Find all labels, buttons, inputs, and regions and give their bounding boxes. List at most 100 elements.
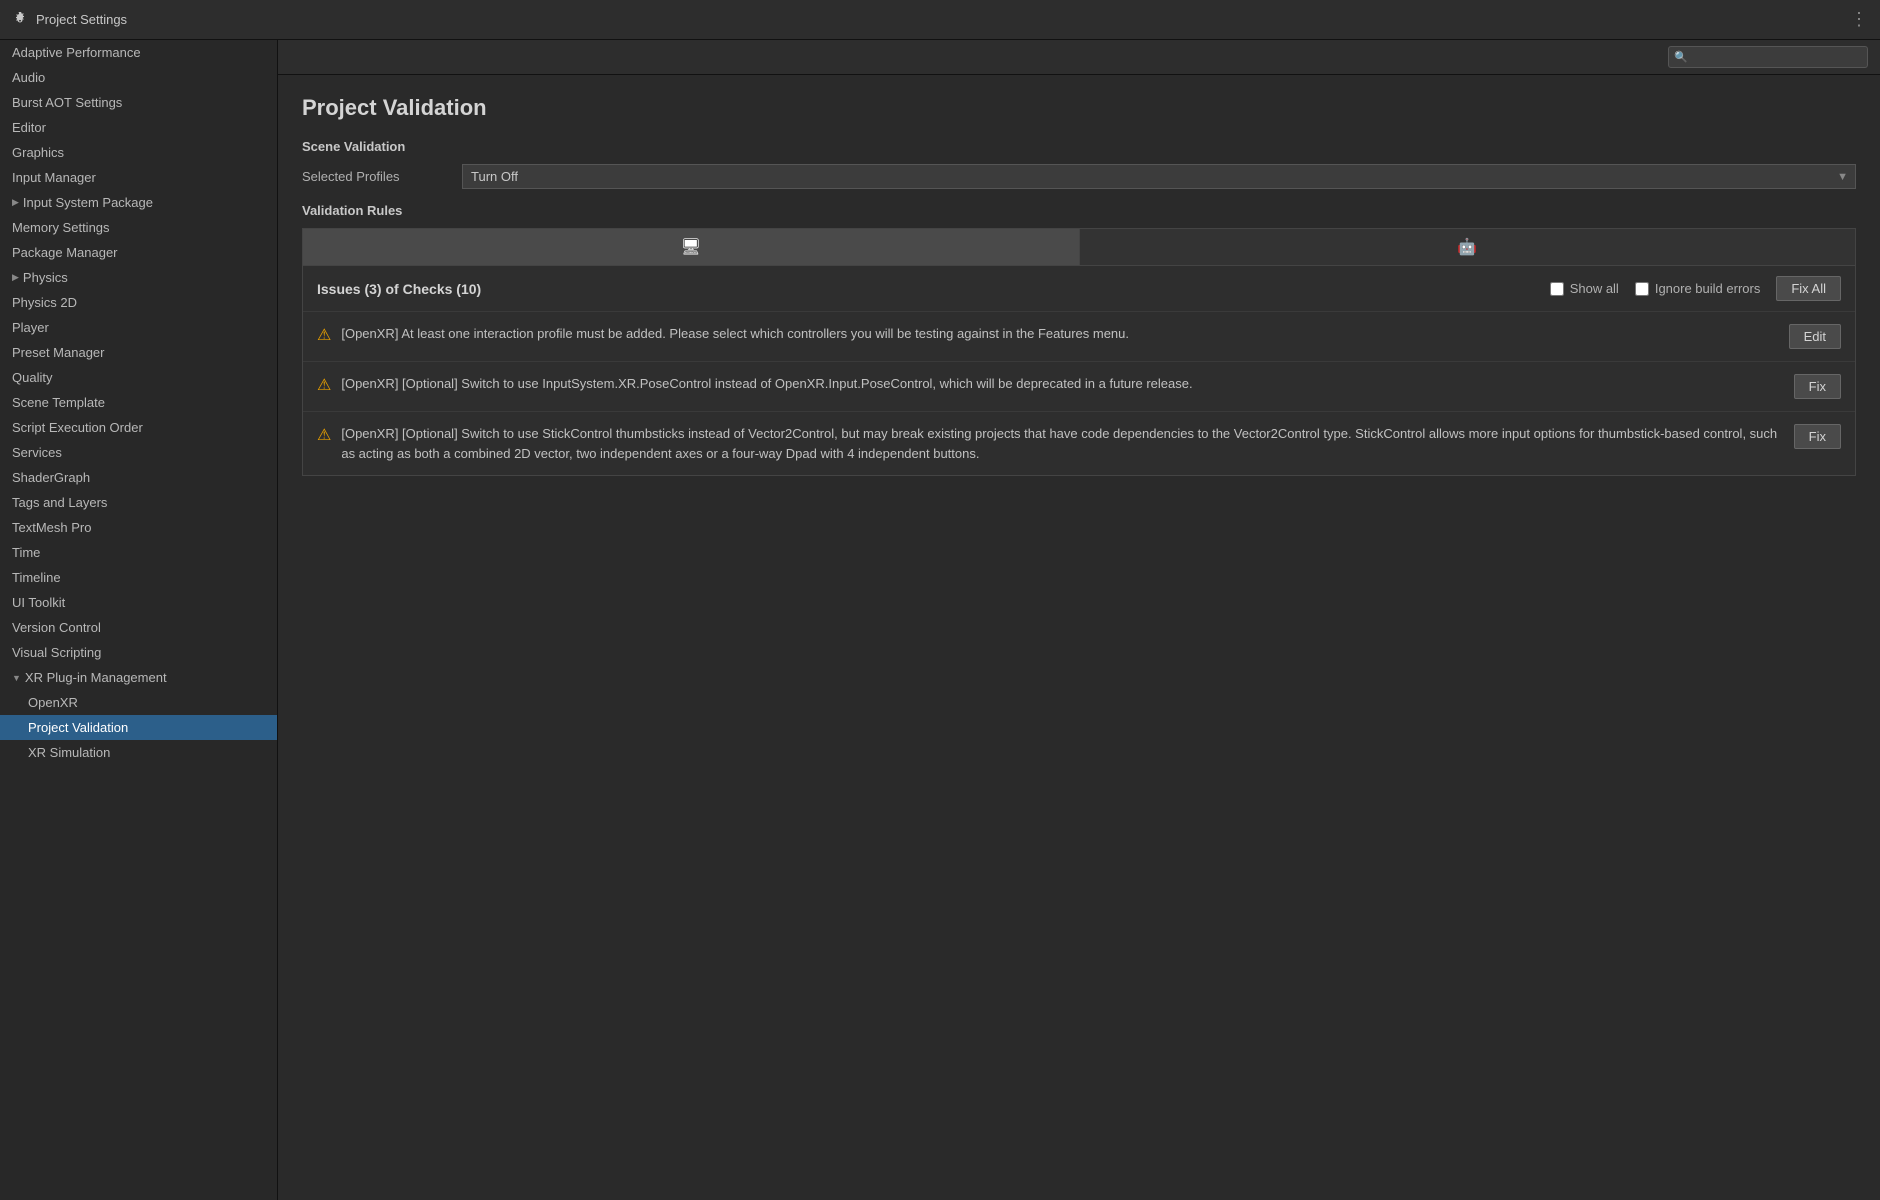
content-area: 🔍 Project Validation Scene Validation Se… [278, 40, 1880, 1200]
sidebar-item-input-manager[interactable]: Input Manager [0, 165, 277, 190]
sidebar-item-physics-2d[interactable]: Physics 2D [0, 290, 277, 315]
show-all-checkbox[interactable] [1550, 282, 1564, 296]
sidebar-item-preset-manager[interactable]: Preset Manager [0, 340, 277, 365]
sidebar-item-xr-simulation[interactable]: XR Simulation [0, 740, 277, 765]
sidebar-item-audio[interactable]: Audio [0, 65, 277, 90]
sidebar-item-label: Tags and Layers [12, 495, 107, 510]
issue-row: ⚠ [OpenXR] [Optional] Switch to use Input… [303, 362, 1855, 412]
sidebar-item-label: ShaderGraph [12, 470, 90, 485]
search-bar: 🔍 [278, 40, 1880, 75]
sidebar-item-ui-toolkit[interactable]: UI Toolkit [0, 590, 277, 615]
sidebar-item-project-validation[interactable]: Project Validation [0, 715, 277, 740]
sidebar-item-time[interactable]: Time [0, 540, 277, 565]
sidebar-item-timeline[interactable]: Timeline [0, 565, 277, 590]
tab-android[interactable]: 🤖 [1080, 229, 1856, 265]
search-icon: 🔍 [1674, 51, 1688, 64]
sidebar-item-quality[interactable]: Quality [0, 365, 277, 390]
selected-profiles-select[interactable]: Turn Off [462, 164, 1856, 189]
warning-icon: ⚠ [317, 425, 331, 445]
more-options-icon[interactable]: ⋮ [1850, 9, 1868, 30]
sidebar-item-label: Graphics [12, 145, 64, 160]
sidebar-item-tags-and-layers[interactable]: Tags and Layers [0, 490, 277, 515]
sidebar-item-label: Player [12, 320, 49, 335]
show-all-label: Show all [1570, 281, 1619, 296]
expand-arrow-icon: ▶ [12, 197, 19, 208]
sidebar-item-label: Project Validation [28, 720, 128, 735]
sidebar-item-xr-plug-in-management[interactable]: ▼ XR Plug-in Management [0, 665, 277, 690]
issue-action-button[interactable]: Fix [1794, 424, 1841, 449]
ignore-build-errors-label: Ignore build errors [1655, 281, 1761, 296]
ignore-build-errors-group: Ignore build errors [1635, 281, 1761, 296]
page-title: Project Validation [302, 95, 1856, 121]
issue-action-button[interactable]: Fix [1794, 374, 1841, 399]
sidebar-item-script-execution-order[interactable]: Script Execution Order [0, 415, 277, 440]
sidebar-item-label: Editor [12, 120, 46, 135]
sidebar-item-label: Physics [23, 270, 68, 285]
sidebar-item-services[interactable]: Services [0, 440, 277, 465]
sidebar-item-label: Services [12, 445, 62, 460]
selected-profiles-row: Selected Profiles Turn Off ▼ [302, 164, 1856, 189]
sidebar-item-label: Adaptive Performance [12, 45, 141, 60]
tab-desktop[interactable]: 🖥 [303, 229, 1080, 265]
sidebar-item-label: UI Toolkit [12, 595, 65, 610]
search-input-wrap: 🔍 [1668, 46, 1868, 68]
sidebar-item-openxr[interactable]: OpenXR [0, 690, 277, 715]
expand-arrow-icon: ▶ [12, 272, 19, 283]
fix-all-button[interactable]: Fix All [1776, 276, 1841, 301]
sidebar-item-label: Burst AOT Settings [12, 95, 122, 110]
scene-validation-label: Scene Validation [302, 139, 1856, 154]
issue-row: ⚠ [OpenXR] [Optional] Switch to use Stick… [303, 412, 1855, 475]
sidebar-item-version-control[interactable]: Version Control [0, 615, 277, 640]
sidebar-item-label: Preset Manager [12, 345, 105, 360]
sidebar-item-textmesh-pro[interactable]: TextMesh Pro [0, 515, 277, 540]
selected-profiles-select-wrap: Turn Off ▼ [462, 164, 1856, 189]
sidebar-item-editor[interactable]: Editor [0, 115, 277, 140]
issue-text: [OpenXR] [Optional] Switch to use InputS… [341, 374, 1783, 394]
sidebar-item-label: Quality [12, 370, 52, 385]
sidebar-item-label: Memory Settings [12, 220, 110, 235]
ignore-build-errors-checkbox[interactable] [1635, 282, 1649, 296]
issue-action-button[interactable]: Edit [1789, 324, 1841, 349]
sidebar-item-adaptive-performance[interactable]: Adaptive Performance [0, 40, 277, 65]
sidebar-item-player[interactable]: Player [0, 315, 277, 340]
sidebar-item-label: Timeline [12, 570, 61, 585]
sidebar: Adaptive Performance Audio Burst AOT Setti… [0, 40, 278, 1200]
sidebar-item-package-manager[interactable]: Package Manager [0, 240, 277, 265]
warning-icon: ⚠ [317, 325, 331, 345]
search-input[interactable] [1668, 46, 1868, 68]
sidebar-item-label: Physics 2D [12, 295, 77, 310]
sidebar-item-memory-settings[interactable]: Memory Settings [0, 215, 277, 240]
sidebar-item-label: Audio [12, 70, 45, 85]
content-inner: Project Validation Scene Validation Sele… [278, 75, 1880, 1200]
expand-arrow-icon: ▼ [12, 673, 21, 683]
issue-row: ⚠[OpenXR] At least one interaction profi… [303, 312, 1855, 362]
selected-profiles-label: Selected Profiles [302, 169, 462, 184]
gear-icon [12, 12, 28, 28]
sidebar-item-graphics[interactable]: Graphics [0, 140, 277, 165]
sidebar-item-burst-aot-settings[interactable]: Burst AOT Settings [0, 90, 277, 115]
sidebar-item-label: Version Control [12, 620, 101, 635]
sidebar-item-label: Input Manager [12, 170, 96, 185]
sidebar-item-label: TextMesh Pro [12, 520, 91, 535]
title-bar: Project Settings ⋮ [0, 0, 1880, 40]
issues-container: ⚠[OpenXR] At least one interaction profi… [303, 312, 1855, 475]
sidebar-item-physics[interactable]: ▶ Physics [0, 265, 277, 290]
window-title: Project Settings [36, 12, 127, 27]
sidebar-item-label: Visual Scripting [12, 645, 101, 660]
sidebar-item-scene-template[interactable]: Scene Template [0, 390, 277, 415]
sidebar-item-shadergraph[interactable]: ShaderGraph [0, 465, 277, 490]
issues-header: Issues (3) of Checks (10) Show all Ignor… [303, 266, 1855, 312]
show-all-group: Show all [1550, 281, 1619, 296]
sidebar-item-visual-scripting[interactable]: Visual Scripting [0, 640, 277, 665]
desktop-icon: 🖥 [681, 237, 701, 257]
sidebar-item-label: Script Execution Order [12, 420, 143, 435]
main-layout: Adaptive Performance Audio Burst AOT Setti… [0, 40, 1880, 1200]
issue-text: [OpenXR] [Optional] Switch to use StickC… [341, 424, 1783, 463]
validation-tabs: 🖥 🤖 [302, 228, 1856, 266]
sidebar-item-input-system-package[interactable]: ▶Input System Package [0, 190, 277, 215]
validation-rules-label: Validation Rules [302, 203, 1856, 218]
issues-panel: Issues (3) of Checks (10) Show all Ignor… [302, 266, 1856, 476]
warning-icon: ⚠ [317, 375, 331, 395]
android-icon: 🤖 [1457, 237, 1477, 257]
sidebar-item-label: XR Plug-in Management [25, 670, 167, 685]
